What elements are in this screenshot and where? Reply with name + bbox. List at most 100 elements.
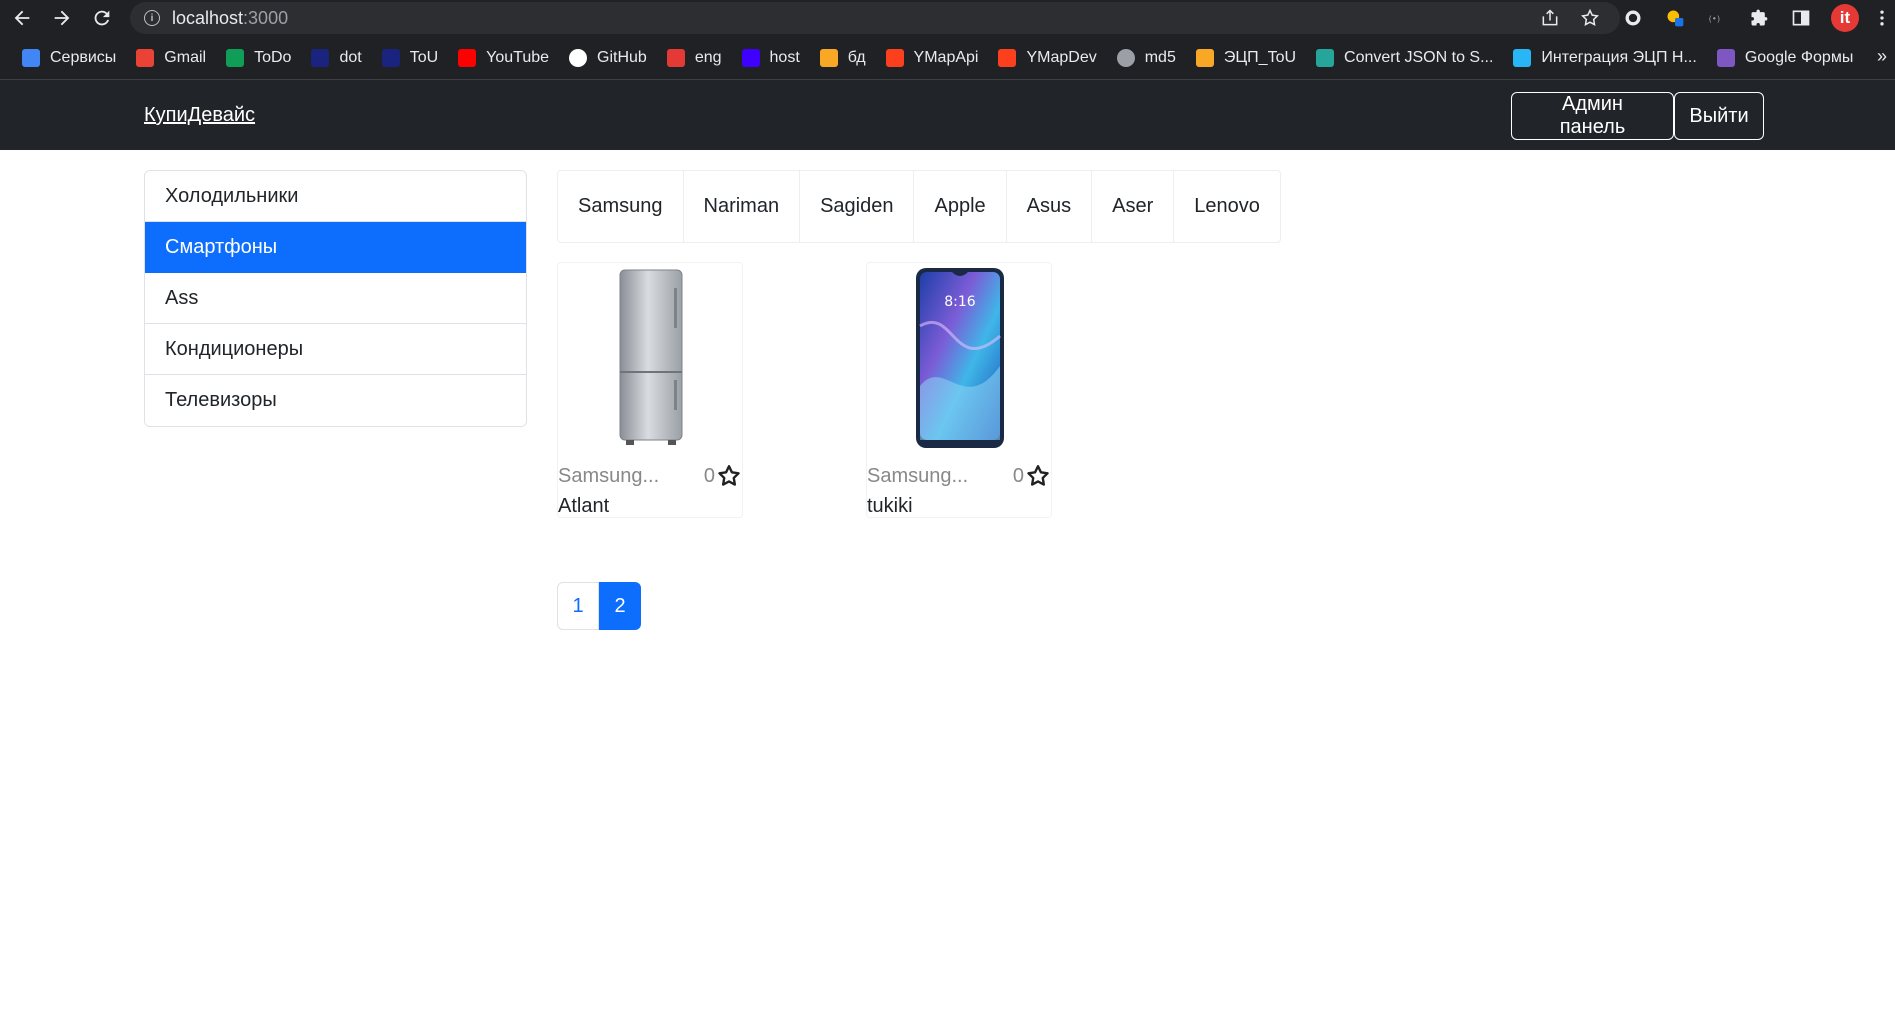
todo-icon [226, 48, 245, 67]
product-rating: 0 [704, 463, 742, 489]
brand-bar: Samsung Nariman Sagiden Apple Asus Aser Lenovo [557, 170, 1281, 243]
back-button[interactable] [2, 0, 42, 36]
side-panel-icon[interactable] [1789, 6, 1813, 30]
bookmark-item[interactable]: ToU [372, 42, 448, 74]
star-icon [718, 465, 740, 486]
github-icon [569, 48, 588, 67]
category-item[interactable]: Холодильники [145, 171, 526, 222]
bookmark-item[interactable]: ЭЦП_ToU [1186, 42, 1306, 74]
extensions-puzzle-icon[interactable] [1747, 6, 1771, 30]
bookmarks-bar: Сервисы Gmail ToDo dot ToU YouTube GitHub eng ho… [0, 36, 1895, 80]
bookmark-label: Gmail [164, 48, 207, 66]
extension-radio-icon[interactable]: (•) [1705, 6, 1729, 30]
svg-text:8:16: 8:16 [944, 294, 976, 310]
bookmark-item[interactable]: GitHub [559, 42, 657, 74]
apps-grid-icon [22, 48, 40, 67]
bookmark-label: бд [847, 48, 866, 66]
bookmark-item[interactable]: host [732, 42, 810, 74]
brand-filter-item[interactable]: Aser [1092, 171, 1175, 242]
db-icon [819, 48, 838, 67]
bookmark-label: md5 [1144, 48, 1176, 66]
bookmark-star-icon[interactable] [1580, 8, 1600, 28]
bookmark-item[interactable]: Сервисы [12, 42, 126, 74]
bookmark-label: YMapDev [1026, 48, 1097, 66]
bookmark-label: YouTube [486, 48, 550, 66]
gmail-icon [136, 48, 155, 67]
bookmark-label: eng [694, 48, 722, 66]
brand-filter-item[interactable]: Asus [1007, 171, 1093, 242]
brand-filter-item[interactable]: Samsung [558, 171, 684, 242]
bookmark-item[interactable]: бд [810, 42, 876, 74]
bookmark-item[interactable]: dot [301, 42, 371, 74]
category-item[interactable]: Ass [145, 273, 526, 324]
bookmark-label: GitHub [597, 48, 647, 66]
yandex-icon [998, 48, 1017, 67]
reload-button[interactable] [82, 0, 122, 36]
bookmark-item[interactable]: YMapApi [876, 42, 989, 74]
bookmark-label: Интеграция ЭЦП Н... [1541, 48, 1697, 66]
page-link[interactable]: 1 [557, 582, 599, 630]
category-item[interactable]: Кондиционеры [145, 324, 526, 375]
bookmark-item[interactable]: Gmail [126, 42, 216, 74]
site-info-icon[interactable]: i [144, 10, 160, 26]
browser-toolbar: i localhost:3000 (•) it [0, 0, 1895, 36]
dot-icon [311, 48, 330, 67]
category-item[interactable]: Смартфоны [145, 222, 526, 273]
bookmark-label: ЭЦП_ToU [1223, 48, 1297, 66]
product-name[interactable]: Atlant [558, 495, 609, 518]
integration-icon [1513, 48, 1532, 67]
brand-filter-item[interactable]: Nariman [684, 171, 801, 242]
admin-panel-button[interactable]: Админ панель [1511, 92, 1674, 140]
bookmark-item[interactable]: Convert JSON to S... [1306, 42, 1503, 74]
share-icon[interactable] [1540, 8, 1560, 28]
app-navbar: КупиДевайс Админ панель Выйти [0, 80, 1895, 150]
bookmark-item[interactable]: YouTube [448, 42, 559, 74]
bookmark-item[interactable]: Google Формы [1707, 42, 1864, 74]
star-icon [1027, 465, 1049, 486]
yandex-icon [885, 48, 904, 67]
category-list: Холодильники Смартфоны Ass Кондиционеры Теле… [144, 170, 527, 427]
address-bar[interactable]: i localhost:3000 [130, 2, 1620, 34]
svg-text:(•): (•) [1709, 13, 1720, 23]
product-brand: Samsung... [558, 464, 660, 487]
host-icon [741, 48, 760, 67]
bookmark-item[interactable]: md5 [1107, 42, 1186, 74]
product-image-smartphone[interactable]: 8:16 [867, 263, 1053, 453]
page-link[interactable]: 2 [599, 582, 641, 630]
more-bookmarks-icon[interactable]: » [1877, 46, 1887, 67]
forward-button[interactable] [42, 0, 82, 36]
bookmark-item[interactable]: Интеграция ЭЦП Н... [1503, 42, 1706, 74]
convert-icon [1316, 48, 1335, 67]
logout-button[interactable]: Выйти [1674, 92, 1764, 140]
product-image-refrigerator[interactable] [558, 263, 744, 453]
extension-colorful-icon[interactable] [1663, 6, 1687, 30]
extension-dark-icon[interactable] [1621, 6, 1645, 30]
youtube-icon [458, 48, 477, 67]
bookmark-item[interactable]: ToDo [216, 42, 301, 74]
product-brand: Samsung... [867, 464, 969, 487]
forms-icon [1716, 48, 1735, 67]
bookmark-label: dot [339, 48, 362, 66]
bookmark-label: YMapApi [913, 48, 979, 66]
bookmark-item[interactable]: eng [657, 42, 732, 74]
product-name[interactable]: tukiki [867, 495, 913, 518]
product-card[interactable]: Samsung... 0 Atlant [557, 262, 743, 518]
category-item[interactable]: Телевизоры [145, 375, 526, 426]
brand-filter-item[interactable]: Lenovo [1174, 171, 1280, 242]
bookmark-label: Сервисы [50, 48, 117, 66]
bookmark-label: ToU [409, 48, 439, 66]
bookmark-label: host [769, 48, 800, 66]
rocket-icon [1195, 48, 1214, 67]
brand-filter-item[interactable]: Apple [914, 171, 1007, 242]
bookmark-item[interactable]: YMapDev [988, 42, 1106, 74]
brand-filter-item[interactable]: Sagiden [800, 171, 915, 242]
profile-avatar[interactable]: it [1831, 4, 1859, 32]
product-card[interactable]: 8:16 Samsung... 0 tukiki [866, 262, 1052, 518]
browser-menu-icon[interactable] [1877, 6, 1887, 30]
bookmark-label: Google Формы [1744, 48, 1854, 66]
site-brand-link[interactable]: КупиДевайс [144, 104, 255, 127]
product-rating: 0 [1013, 463, 1051, 489]
arrow-right-icon [54, 10, 70, 26]
bookmark-label: Convert JSON to S... [1344, 48, 1494, 66]
refrigerator-image [619, 269, 683, 445]
